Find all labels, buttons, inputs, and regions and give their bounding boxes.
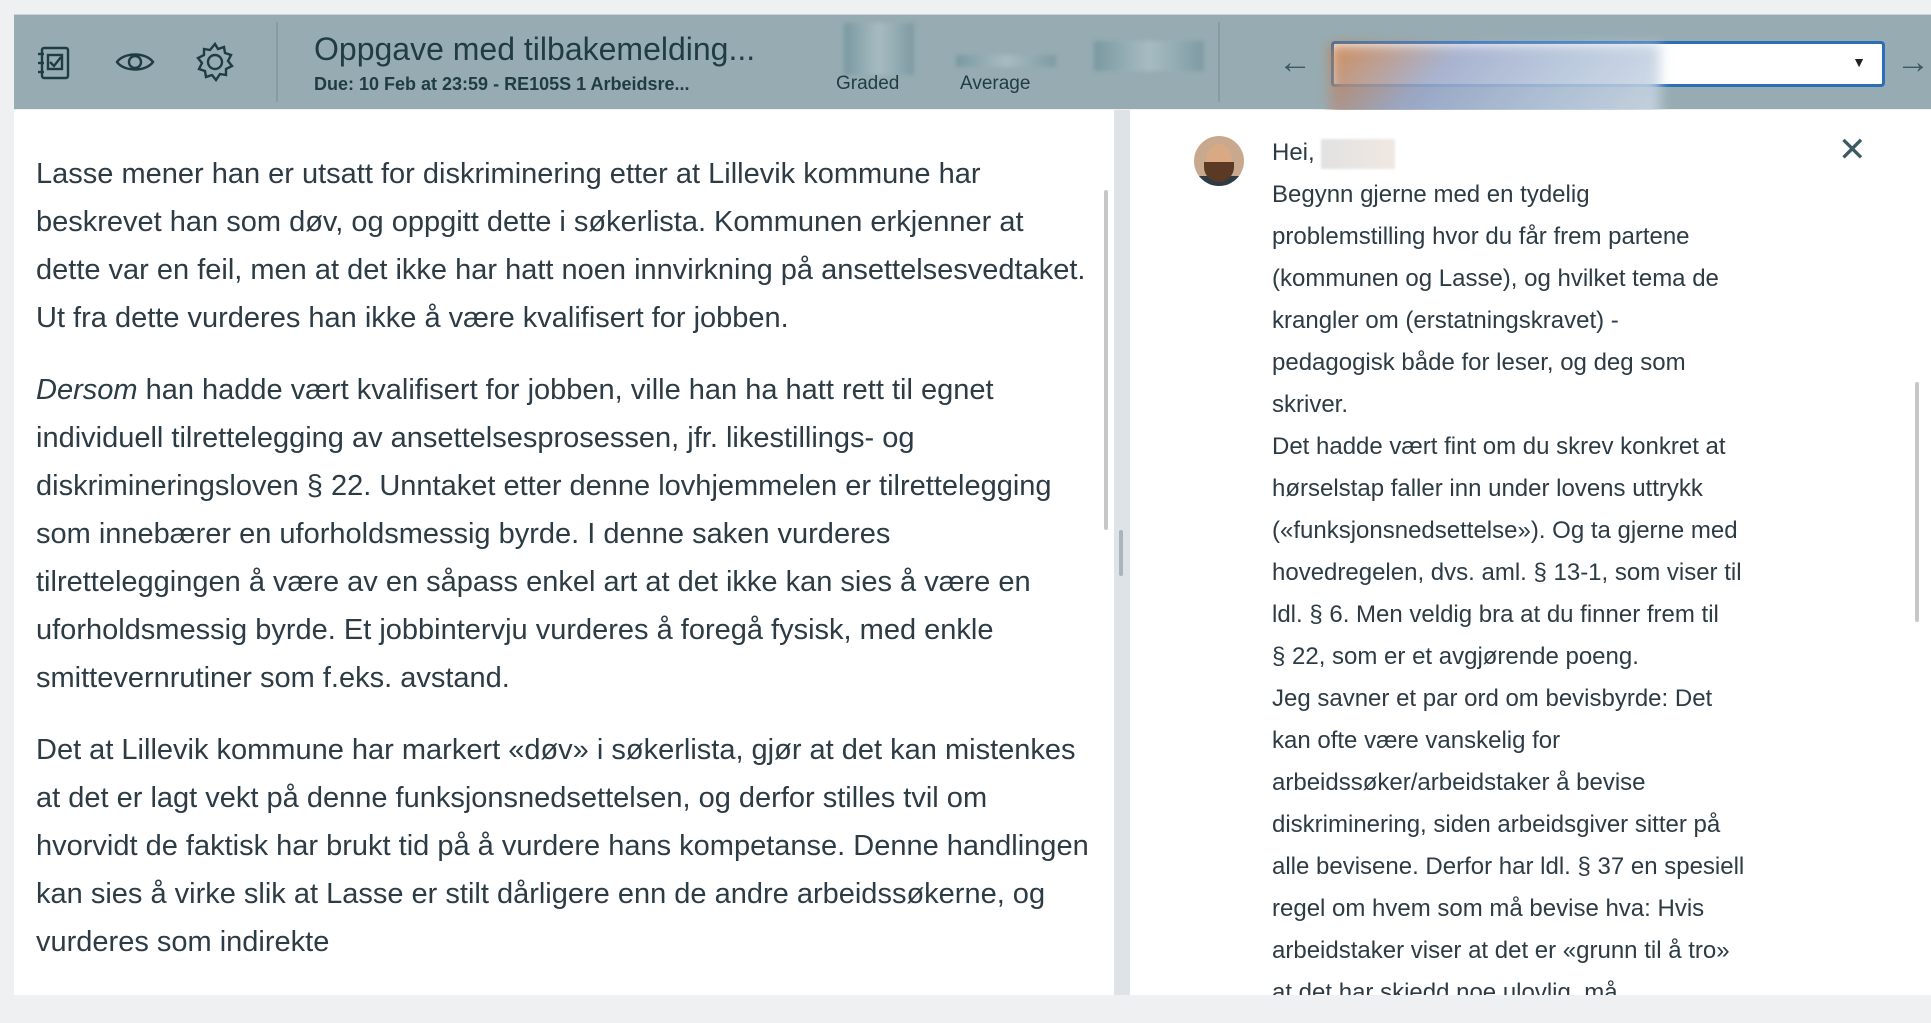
close-icon[interactable]: ✕ [1838,130,1867,170]
comment-greeting: Hei, [1272,132,1832,174]
assignment-subtitle: Due: 10 Feb at 23:59 - RE105S 1 Arbeidsr… [314,73,690,94]
submission-text: Lasse mener han er utsatt for diskrimine… [14,110,1114,966]
submission-scrollbar[interactable] [1104,190,1108,530]
avatar [1194,136,1244,186]
comment-line: diskriminering, siden arbeidsgiver sitte… [1272,811,1721,838]
average-value-obscured [956,55,1056,67]
submission-pane: Lasse mener han er utsatt for diskrimine… [14,110,1114,995]
submission-paragraph: Det at Lillevik kommune har markert «døv… [36,734,1089,958]
comment-line: § 22, som er et avgjørende poeng. [1272,643,1639,670]
comment-line: Det hadde vært fint om du skrev konkret … [1272,433,1726,460]
comment-line: (kommunen og Lasse), og hvilket tema de [1272,265,1719,292]
comment-line: hørselstap faller inn under lovens uttry… [1272,475,1703,502]
submission-paragraph: Lasse mener han er utsatt for diskrimine… [36,158,1086,334]
gear-icon[interactable] [190,37,240,87]
assignment-title[interactable]: Oppgave med tilbakemelding... [314,30,794,68]
paragraph-text: han hadde vært kvalifisert for jobben, v… [36,374,1052,694]
greeting-text: Hei, [1272,139,1315,166]
comment-line: regel om hvem som må bevise hva: Hvis [1272,895,1705,922]
graded-count-obscured [844,23,914,75]
comment-line: Jeg savner et par ord om bevisbyrde: Det [1272,685,1713,712]
graded-label: Graded [836,73,900,94]
next-student-arrow-icon[interactable]: → [1896,43,1930,82]
comment-line: («funksjonsnedsettelse»). Og ta gjerne m… [1272,517,1738,544]
comment-line: arbeidstaker viser at det er «grunn til … [1272,937,1730,964]
comment-line: kan ofte være vanskelig for [1272,727,1561,754]
obscured-name [1321,138,1396,169]
bottom-margin [0,995,1931,1023]
comment-line: skriver. [1272,391,1349,418]
comment-line: pedagogisk både for leser, og deg som [1272,349,1686,376]
comment-text: Hei, Begynn gjerne med en tydelig proble… [1272,132,1832,995]
graded-stat: Graded [824,15,934,109]
eye-icon[interactable] [110,37,160,87]
comment-line: krangler om (erstatningskravet) - [1272,307,1619,334]
toolbar-icon-group [30,37,240,87]
chevron-down-icon: ▼ [1852,54,1866,70]
emphasis-text: Dersom [36,374,138,406]
comment-line: alle bevisene. Derfor har ldl. § 37 en s… [1272,853,1745,880]
resize-handle[interactable] [1119,530,1123,576]
toolbar-divider [276,22,278,102]
average-stat: Average [944,15,1074,109]
submission-paragraph: Dersom han hadde vært kvalifisert for jo… [36,366,1092,702]
comment-line: problemstilling hvor du får frem partene [1272,223,1690,250]
comment-line: hovedregelen, dvs. aml. § 13-1, som vise… [1272,559,1742,586]
comment-line: at det har skjedd noe ulovlig, må [1272,979,1618,995]
assignment-icon[interactable] [30,37,80,87]
toolbar-divider-right [1218,22,1220,102]
pane-resize-divider[interactable] [1114,110,1130,995]
comment-line: Begynn gjerne med en tydelig [1272,181,1590,208]
comment-scrollbar[interactable] [1915,382,1919,622]
assignment-header: Oppgave med tilbakemelding... Due: 10 Fe… [314,30,794,95]
grade-summary-obscured [1074,15,1204,109]
comment-line: ldl. § 6. Men veldig bra at du finner fr… [1272,601,1719,628]
comment-line: arbeidssøker/arbeidstaker å bevise [1272,769,1646,796]
comment-pane: Hei, Begynn gjerne med en tydelig proble… [1130,110,1931,995]
average-label: Average [960,73,1031,94]
previous-student-arrow-icon[interactable]: ← [1278,43,1312,82]
obscured-block [1094,41,1204,71]
